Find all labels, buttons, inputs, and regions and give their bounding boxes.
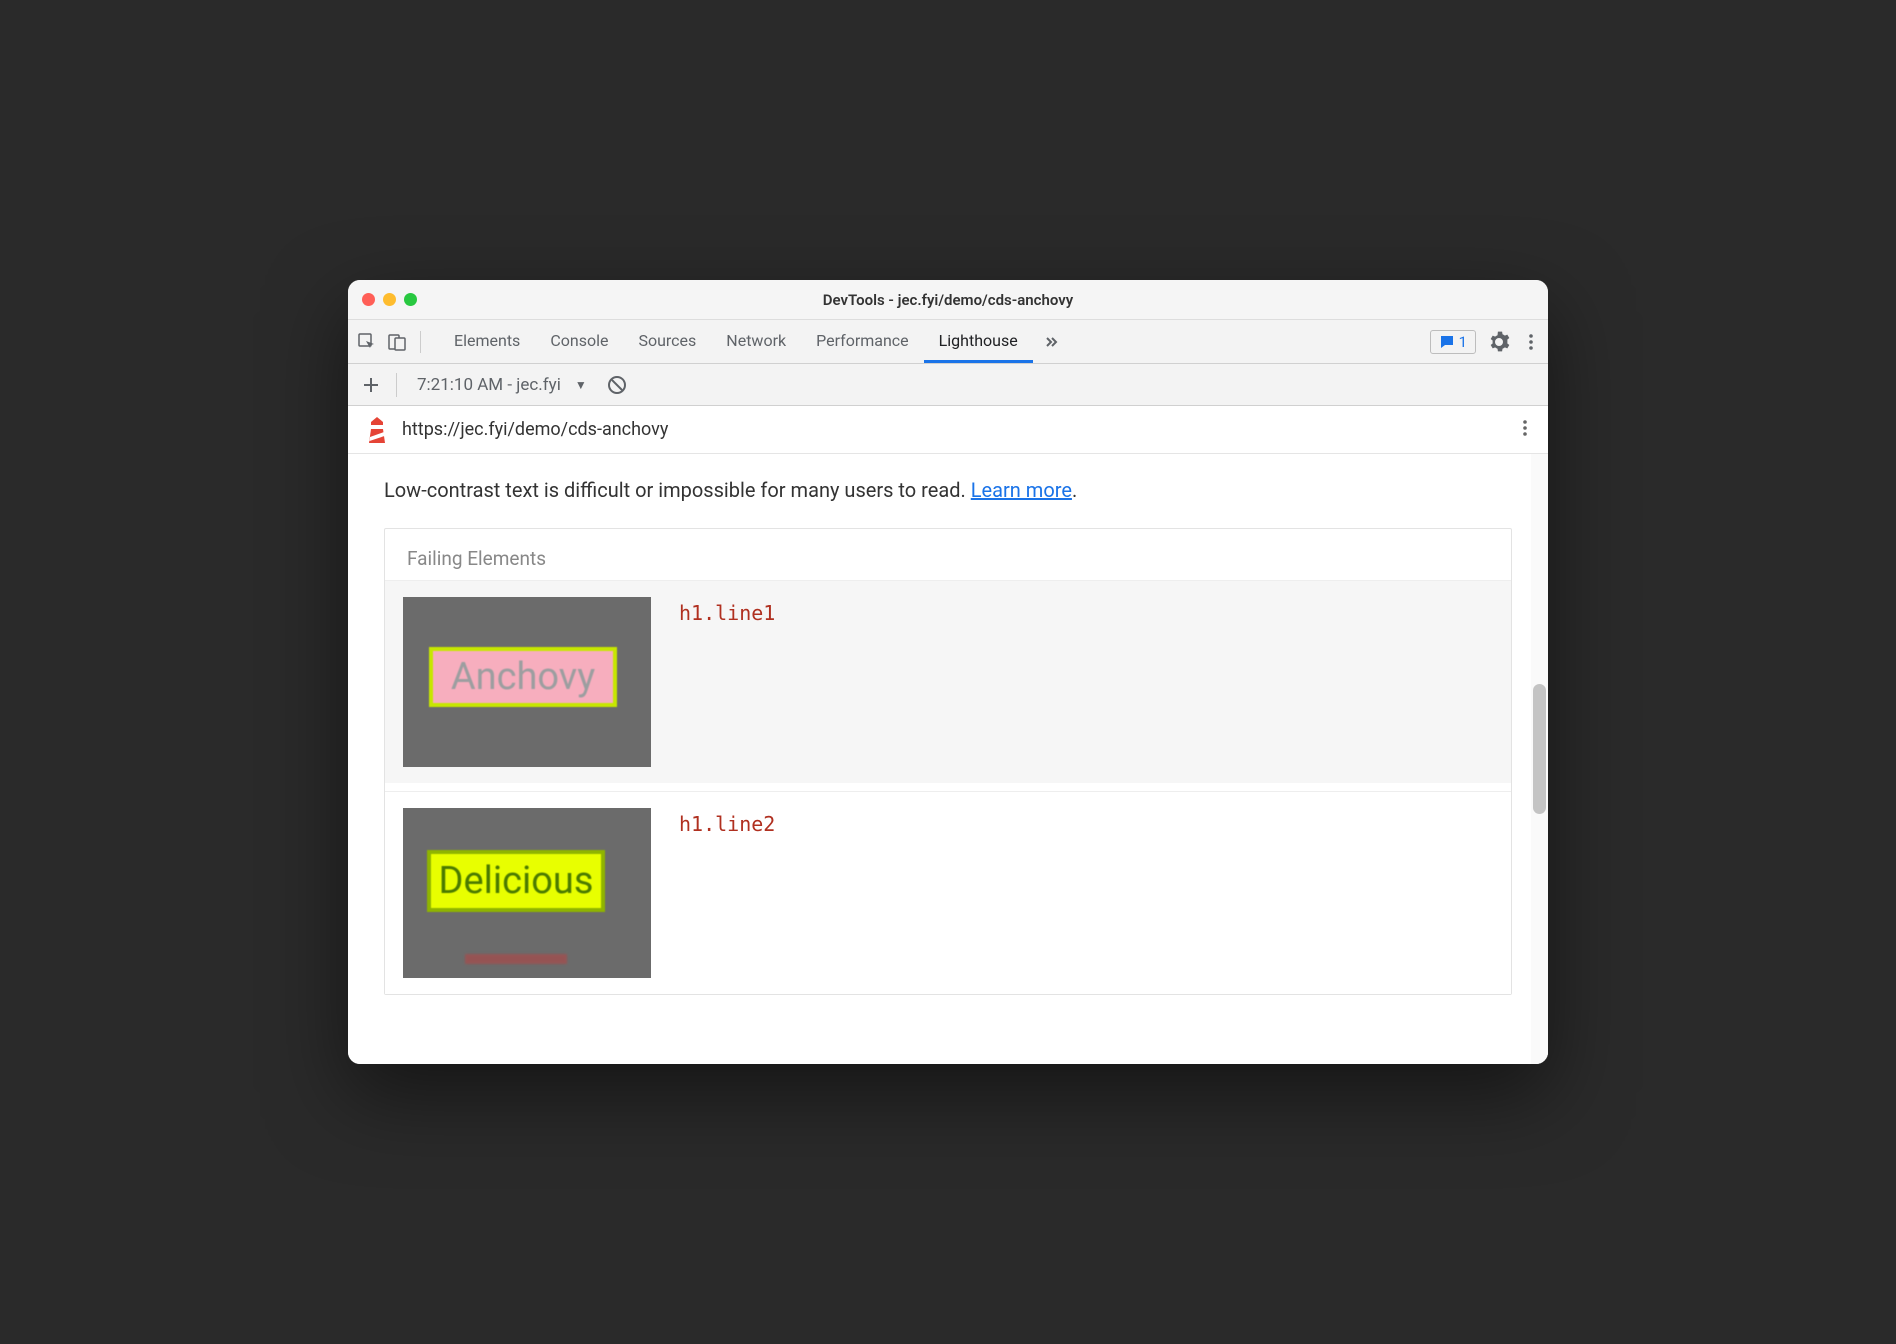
failing-elements-panel: Failing Elements Anchovy h1.line1 Delici… xyxy=(384,528,1512,995)
dots-vertical-icon xyxy=(1522,333,1540,351)
clear-button[interactable] xyxy=(607,375,627,395)
feedback-button[interactable]: 1 xyxy=(1430,330,1476,354)
titlebar: DevTools - jec.fyi/demo/cds-anchovy xyxy=(348,280,1548,320)
traffic-lights xyxy=(362,293,417,306)
more-menu-button[interactable] xyxy=(1522,333,1540,351)
element-selector: h1.line1 xyxy=(679,597,775,625)
maximize-window-button[interactable] xyxy=(404,293,417,306)
panel-title: Failing Elements xyxy=(385,529,1511,580)
tab-network[interactable]: Network xyxy=(711,320,801,363)
gear-icon xyxy=(1488,331,1510,353)
failing-element-row[interactable]: Anchovy h1.line1 xyxy=(385,580,1511,783)
element-thumbnail: Anchovy xyxy=(403,597,651,767)
report-url: https://jec.fyi/demo/cds-anchovy xyxy=(402,419,1502,440)
divider xyxy=(396,373,397,397)
element-thumbnail: Delicious xyxy=(403,808,651,978)
failing-element-row[interactable]: Delicious h1.line2 xyxy=(385,791,1511,994)
dots-vertical-icon xyxy=(1516,419,1534,437)
tab-elements[interactable]: Elements xyxy=(439,320,535,363)
tabs: Elements Console Sources Network Perform… xyxy=(439,320,1416,363)
scrollbar-thumb[interactable] xyxy=(1533,684,1546,814)
thumbnail-text: Anchovy xyxy=(429,647,617,707)
divider xyxy=(420,331,421,353)
inspect-icon[interactable] xyxy=(356,331,378,353)
settings-button[interactable] xyxy=(1488,331,1510,353)
window-title: DevTools - jec.fyi/demo/cds-anchovy xyxy=(364,291,1532,309)
device-toolbar-icon[interactable] xyxy=(386,331,408,353)
lighthouse-toolbar: 7:21:10 AM - jec.fyi ▼ xyxy=(348,364,1548,406)
lighthouse-icon xyxy=(366,417,388,443)
clear-icon xyxy=(607,375,627,395)
chevron-down-icon: ▼ xyxy=(575,378,587,392)
tab-lighthouse[interactable]: Lighthouse xyxy=(924,320,1033,363)
element-selector: h1.line2 xyxy=(679,808,775,836)
report-selector[interactable]: 7:21:10 AM - jec.fyi ▼ xyxy=(409,375,595,395)
devtools-window: DevTools - jec.fyi/demo/cds-anchovy Elem… xyxy=(348,280,1548,1064)
report-menu-button[interactable] xyxy=(1516,419,1534,441)
report-selector-label: 7:21:10 AM - jec.fyi xyxy=(417,375,561,395)
learn-more-link[interactable]: Learn more xyxy=(971,478,1072,502)
devtools-tabbar: Elements Console Sources Network Perform… xyxy=(348,320,1548,364)
feedback-icon xyxy=(1439,334,1455,350)
close-window-button[interactable] xyxy=(362,293,375,306)
new-report-button[interactable] xyxy=(358,376,384,394)
url-bar: https://jec.fyi/demo/cds-anchovy xyxy=(348,406,1548,454)
thumbnail-decor xyxy=(465,954,567,964)
thumbnail-text: Delicious xyxy=(427,850,605,912)
audit-description: Low-contrast text is difficult or imposs… xyxy=(384,478,1512,502)
minimize-window-button[interactable] xyxy=(383,293,396,306)
tabs-overflow-button[interactable] xyxy=(1033,320,1071,363)
tab-console[interactable]: Console xyxy=(535,320,623,363)
feedback-count: 1 xyxy=(1459,333,1467,351)
tab-sources[interactable]: Sources xyxy=(623,320,711,363)
report-content: Low-contrast text is difficult or imposs… xyxy=(348,454,1548,1064)
tab-performance[interactable]: Performance xyxy=(801,320,924,363)
